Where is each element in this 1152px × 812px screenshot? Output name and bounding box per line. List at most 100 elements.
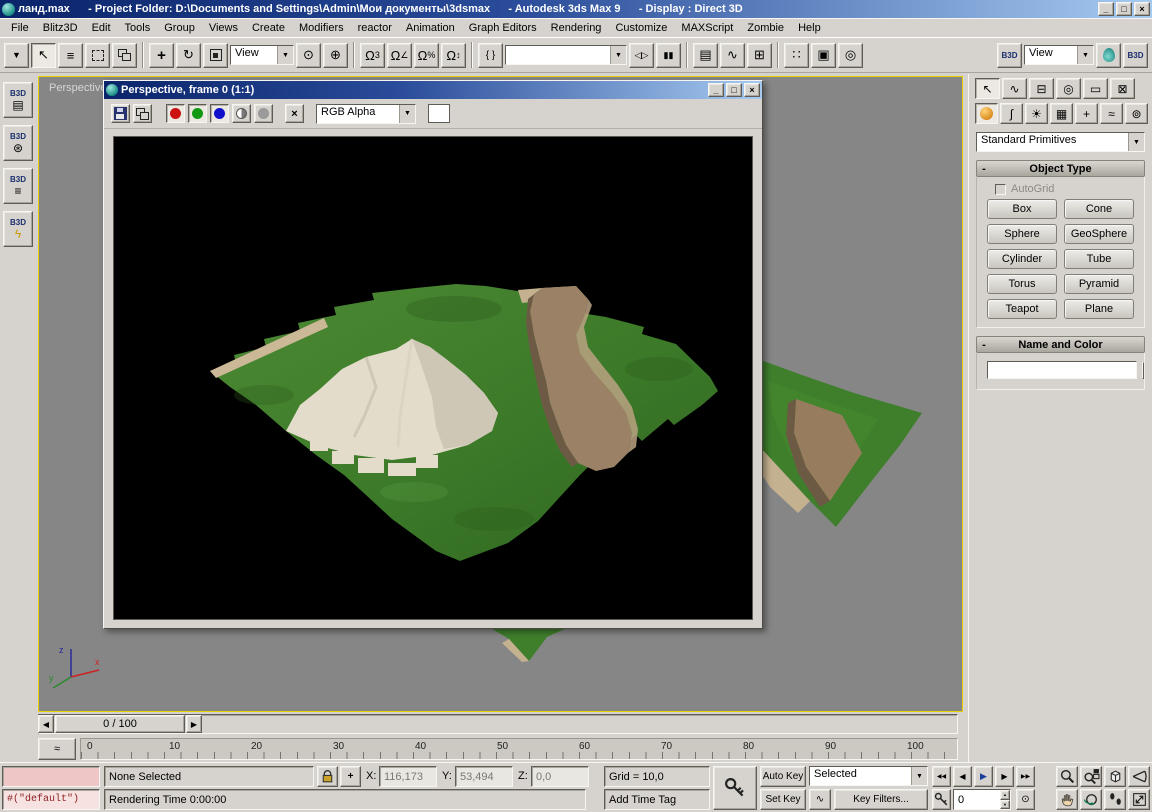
plane-button[interactable]: Plane [1064, 299, 1134, 319]
category-lights[interactable]: ☀ [1025, 103, 1048, 124]
minimize-button[interactable]: _ [1098, 2, 1114, 16]
use-center-button[interactable]: ⊙ [296, 43, 321, 68]
tab-modify[interactable]: ∿ [1002, 78, 1027, 99]
zoom-extents-button[interactable] [1104, 766, 1126, 787]
edit-named-sets-button[interactable]: { } [478, 43, 503, 68]
menu-animation[interactable]: Animation [399, 20, 462, 36]
reference-coordsys-dropdown[interactable]: View ▼ [230, 45, 294, 65]
geosphere-button[interactable]: GeoSphere [1064, 224, 1134, 244]
menu-create[interactable]: Create [245, 20, 292, 36]
zoom-all-button[interactable] [1080, 766, 1102, 787]
angle-snap-button[interactable]: Ω∠ [387, 43, 412, 68]
zoom-button[interactable] [1056, 766, 1078, 787]
pyramid-button[interactable]: Pyramid [1064, 274, 1134, 294]
b3d-drop-button[interactable] [1096, 43, 1121, 68]
selection-filter-dropdown[interactable]: ▼ [4, 43, 29, 68]
field-of-view-button[interactable] [1128, 766, 1150, 787]
menu-file[interactable]: File [4, 20, 36, 36]
render-scene-button[interactable]: ▣ [811, 43, 836, 68]
alpha-channel-button[interactable] [254, 104, 273, 123]
y-coordinate-field[interactable]: 53,494 [455, 766, 513, 787]
menu-graph-editors[interactable]: Graph Editors [462, 20, 544, 36]
selection-region-button[interactable] [85, 43, 110, 68]
background-color-swatch[interactable] [428, 104, 450, 123]
x-coordinate-field[interactable]: 116,173 [379, 766, 437, 787]
previous-frame-arrow[interactable]: ◀ [38, 715, 54, 733]
key-mode-dropdown[interactable]: Selected ▼ [809, 766, 928, 786]
curve-editor-button[interactable]: ∿ [720, 43, 745, 68]
save-image-button[interactable] [111, 104, 130, 123]
macro-recorder-pane[interactable] [2, 766, 100, 787]
object-color-swatch[interactable] [1142, 362, 1144, 379]
select-rotate-button[interactable]: ↻ [176, 43, 201, 68]
set-keys-button[interactable] [713, 766, 757, 810]
viewport-label[interactable]: Perspective [49, 82, 106, 94]
b3d-list-button[interactable]: B3D≡ [3, 168, 33, 204]
schematic-view-button[interactable]: ⊞ [747, 43, 772, 68]
menu-zombie[interactable]: Zombie [740, 20, 791, 36]
render-maximize-button[interactable]: □ [726, 83, 742, 97]
arc-rotate-button[interactable] [1080, 789, 1102, 810]
menu-views[interactable]: Views [202, 20, 245, 36]
maxscript-listener-pane[interactable]: #("default") [2, 789, 100, 810]
go-to-start-button[interactable]: ◀◀ [932, 766, 951, 787]
spinner-up-icon[interactable]: ▲ [1000, 790, 1010, 800]
play-button[interactable]: ▶ [974, 766, 993, 787]
menu-maxscript[interactable]: MAXScript [674, 20, 740, 36]
menu-group[interactable]: Group [157, 20, 202, 36]
time-slider[interactable]: ◀ 0 / 100 ▶ [38, 714, 958, 734]
rendered-frame-window[interactable]: Perspective, frame 0 (1:1) _ □ × × RGB A… [103, 80, 763, 629]
percent-snap-button[interactable]: Ω% [414, 43, 439, 68]
tab-hierarchy[interactable]: ⊟ [1029, 78, 1054, 99]
b3d-view-dropdown[interactable]: View ▼ [1024, 45, 1094, 65]
tab-utilities[interactable]: ⊠ [1110, 78, 1135, 99]
frame-spinner[interactable]: ▲ ▼ [1000, 790, 1010, 809]
material-editor-button[interactable]: ∷ [784, 43, 809, 68]
torus-button[interactable]: Torus [987, 274, 1057, 294]
sphere-button[interactable]: Sphere [987, 224, 1057, 244]
quick-render-button[interactable]: ◎ [838, 43, 863, 68]
selection-lock-button[interactable] [317, 766, 338, 787]
z-coordinate-field[interactable]: 0,0 [531, 766, 589, 787]
select-move-button[interactable]: + [149, 43, 174, 68]
mono-channel-button[interactable] [232, 104, 251, 123]
select-manipulate-button[interactable]: ⊕ [323, 43, 348, 68]
spinner-down-icon[interactable]: ▼ [1000, 800, 1010, 810]
render-window-title-bar[interactable]: Perspective, frame 0 (1:1) _ □ × [104, 81, 762, 99]
tab-display[interactable]: ▭ [1083, 78, 1108, 99]
b3d-tools-button[interactable]: B3D⊛ [3, 125, 33, 161]
next-frame-arrow[interactable]: ▶ [186, 715, 202, 733]
transform-typein-mode-button[interactable]: + [340, 766, 361, 787]
box-button[interactable]: Box [987, 199, 1057, 219]
align-button[interactable]: ▮▮ [656, 43, 681, 68]
clone-window-button[interactable] [133, 104, 152, 123]
title-bar[interactable]: ланд.max - Project Folder: D:\Documents … [0, 0, 1152, 18]
b3d-settings-button[interactable]: B3D [1123, 43, 1148, 68]
tab-create[interactable]: ↖ [975, 78, 1000, 99]
b3d-save-button[interactable]: B3D▤ [3, 82, 33, 118]
category-systems[interactable]: ⊚ [1125, 103, 1148, 124]
render-close-button[interactable]: × [744, 83, 760, 97]
select-by-name-button[interactable]: ≡ [58, 43, 83, 68]
menu-tools[interactable]: Tools [118, 20, 158, 36]
cylinder-button[interactable]: Cylinder [987, 249, 1057, 269]
b3d-export-button[interactable]: B3D [997, 43, 1022, 68]
category-shapes[interactable]: ∫ [1000, 103, 1023, 124]
primitive-category-dropdown[interactable]: Standard Primitives ▼ [976, 132, 1145, 152]
teapot-button[interactable]: Teapot [987, 299, 1057, 319]
set-key-button[interactable]: Set Key [760, 789, 806, 810]
menu-rendering[interactable]: Rendering [544, 20, 609, 36]
menu-modifiers[interactable]: Modifiers [292, 20, 351, 36]
blue-channel-button[interactable] [210, 104, 229, 123]
category-geometry[interactable] [975, 103, 998, 124]
render-minimize-button[interactable]: _ [708, 83, 724, 97]
snap-toggle-button[interactable]: Ω3 [360, 43, 385, 68]
menu-blitz3d[interactable]: Blitz3D [36, 20, 85, 36]
autogrid-checkbox[interactable] [995, 184, 1006, 195]
layer-manager-button[interactable]: ▤ [693, 43, 718, 68]
menu-edit[interactable]: Edit [85, 20, 118, 36]
time-configuration-button[interactable]: ⊙ [1016, 789, 1035, 810]
time-slider-grip[interactable]: 0 / 100 [55, 715, 185, 733]
spinner-snap-button[interactable]: Ω↕ [441, 43, 466, 68]
menu-reactor[interactable]: reactor [351, 20, 399, 36]
